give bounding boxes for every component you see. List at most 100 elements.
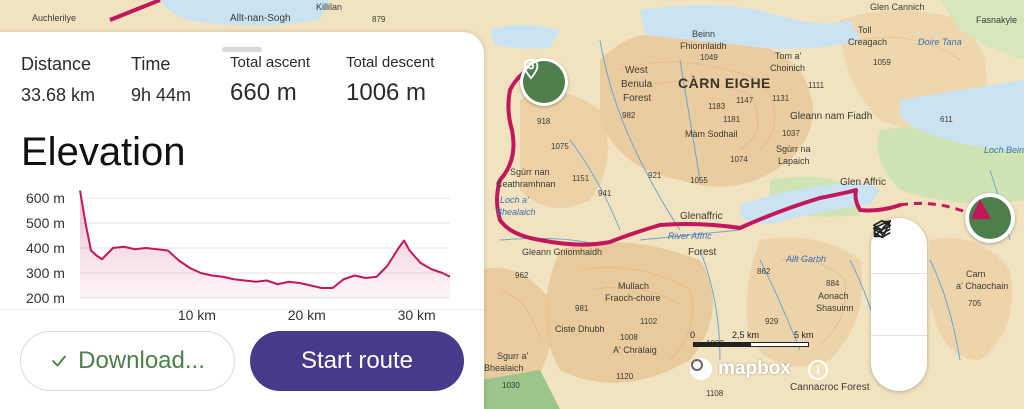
map-label: Forest (623, 93, 652, 104)
scale-label-zero: 0 (690, 330, 696, 340)
map-label: 1074 (730, 155, 748, 164)
stat-time: Time 9h 44m (131, 54, 191, 106)
map-label: Sgùrr na (776, 144, 811, 154)
download-button[interactable]: Download... (20, 331, 235, 391)
map-label: Gleann Gniomhaidh (522, 247, 603, 257)
map-label: Loch a' (500, 195, 529, 205)
map-label: 879 (372, 15, 386, 24)
map-label: 1120 (616, 372, 634, 381)
start-route-button[interactable]: Start route (250, 331, 464, 391)
map-label: Màm Sodhail (685, 129, 738, 139)
map-label: Doire Tana (918, 37, 962, 47)
download-label: Download... (78, 347, 205, 374)
locate-button[interactable] (872, 219, 919, 386)
divider (0, 309, 484, 310)
map-label: Creagach (848, 37, 888, 47)
map-label: Beinn (692, 29, 716, 39)
map-label: Choinich (770, 63, 806, 73)
map-label: Killilan (316, 2, 343, 12)
mapbox-text: mapbox (718, 358, 791, 379)
y-tick-label: 300 m (26, 265, 65, 281)
map-label: 862 (757, 267, 771, 276)
map-label: Benula (621, 79, 653, 90)
map-label: Tom a' (775, 51, 802, 61)
map-label: 1181 (723, 115, 741, 124)
map-label: Glen Cannich (870, 2, 925, 12)
map-label: 611 (940, 115, 953, 124)
map-label: 1030 (502, 381, 520, 390)
stat-ascent: Total ascent 660 m (230, 54, 310, 107)
flag-icon (971, 199, 991, 219)
stat-descent: Total descent 1006 m (346, 54, 434, 107)
scale-label-mid: 2,5 km (732, 330, 760, 340)
drag-handle[interactable] (222, 47, 262, 52)
map-label: 1151 (572, 174, 590, 183)
stat-label: Distance (21, 54, 92, 74)
elevation-area (80, 190, 450, 298)
map-label: 1055 (690, 176, 708, 185)
y-tick-label: 400 m (26, 240, 65, 256)
map-controls (871, 218, 927, 391)
map-label: 1108 (706, 389, 724, 398)
stat-value: 660 m (230, 79, 297, 106)
map-label: Ciste Dhubh (555, 324, 605, 334)
elevation-title: Elevation (21, 130, 186, 174)
map-label: 962 (515, 271, 529, 280)
map-label: Bhealaich (484, 363, 524, 373)
map-label: 929 (765, 317, 779, 326)
map-label: River Affric (668, 231, 712, 241)
map-label: Fasnakyle (976, 15, 1018, 25)
map-label: 1183 (708, 102, 726, 111)
map-label: Bhealaich (496, 207, 536, 217)
map-label: 1147 (736, 96, 754, 105)
map-label: 918 (537, 117, 551, 126)
map-label: Sgurr a' (497, 351, 529, 361)
map-label: Toll (858, 25, 872, 35)
map-label: CÀRN EIGHE (678, 75, 771, 91)
scale-bar-graphic (693, 342, 809, 347)
info-icon[interactable]: i (808, 360, 828, 380)
map-label: Forest (688, 247, 717, 258)
mapbox-logo-icon (690, 358, 712, 380)
map-label: Cannacroc Forest (790, 382, 870, 393)
map-label: Glen Affric (840, 177, 886, 188)
map-label: 982 (622, 111, 636, 120)
map-label: 1102 (640, 317, 658, 326)
map-label: Gleann nam Fiadh (790, 111, 873, 122)
map-label: 1111 (808, 81, 825, 90)
map-label: Lapaich (778, 156, 810, 166)
map-label: A' Chràlaig (613, 345, 657, 355)
map-label: 921 (648, 171, 662, 180)
map-label: Loch Beinn (984, 145, 1024, 155)
scale-bar: 0 2,5 km 5 km (690, 330, 830, 347)
map-label: 1131 (772, 94, 790, 103)
map-label: Auchlerilye (32, 13, 77, 23)
navigation-arrow-icon (872, 219, 892, 239)
map-label: 1075 (551, 142, 569, 151)
map-label: 1037 (782, 129, 800, 138)
map-label: Allt Garbh (786, 254, 827, 264)
route-details-panel: Distance 33.68 km Time 9h 44m Total asce… (0, 32, 484, 409)
map-label: Mullach (618, 281, 650, 291)
map-label: 981 (575, 304, 589, 313)
map-label: Aonach (818, 291, 849, 301)
map-label: 1008 (620, 333, 638, 342)
y-tick-label: 200 m (26, 290, 65, 306)
map-label: Glenaffric (680, 211, 723, 222)
map-label: Fraoch-choire (605, 293, 661, 303)
map-label: 1059 (873, 58, 891, 67)
map-label: Fhionnlaidh (680, 41, 727, 51)
map-label: 941 (598, 189, 612, 198)
route-end-pin[interactable] (965, 193, 1015, 243)
map-label: West (625, 65, 648, 76)
map-label: a' Chaochain (956, 281, 1009, 291)
divider (871, 334, 927, 336)
mapbox-attribution[interactable]: mapbox (690, 358, 791, 380)
map-label: 884 (826, 279, 840, 288)
layers-button[interactable] (872, 219, 919, 324)
stat-distance: Distance 33.68 km (21, 54, 95, 106)
scale-label-end: 5 km (794, 330, 814, 340)
map-label: Allt-nan-Sogh (230, 13, 291, 24)
stat-value: 33.68 km (21, 85, 96, 105)
route-start-pin[interactable] (520, 58, 568, 106)
